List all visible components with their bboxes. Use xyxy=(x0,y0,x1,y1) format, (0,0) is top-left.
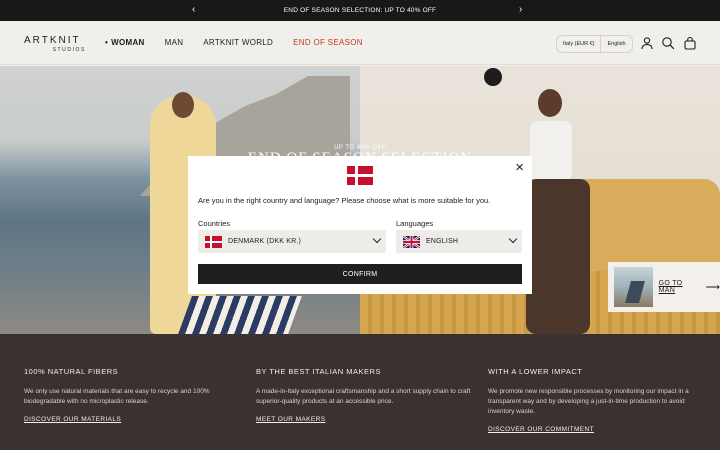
nav-woman[interactable]: WOMAN xyxy=(105,38,145,47)
main-nav: WOMAN MAN ARTKNIT WORLD END OF SEASON xyxy=(105,38,383,47)
denmark-flag-icon xyxy=(205,235,222,248)
go-to-man-card[interactable]: GO TO MAN ⟶ xyxy=(608,262,720,312)
feature-text: We promote new responsible processes by … xyxy=(488,388,689,415)
locale-selector[interactable]: Italy (EUR €) English xyxy=(556,35,633,53)
feature-title: 100% NATURAL FIBERS xyxy=(24,367,119,376)
announcement-text[interactable]: END OF SEASON SELECTION: UP TO 40% OFF xyxy=(284,7,436,14)
country-select[interactable]: DENMARK (DKK KR.) xyxy=(198,230,386,253)
nav-man[interactable]: MAN xyxy=(165,38,184,47)
discover-materials-link[interactable]: DISCOVER OUR MATERIALS xyxy=(24,416,121,423)
logo-sub: STUDIOS xyxy=(52,47,86,53)
lamp-shape xyxy=(484,68,502,86)
model-head xyxy=(172,92,194,118)
languages-label: Languages xyxy=(396,219,434,228)
chevron-left-icon[interactable]: ‹ xyxy=(192,4,196,16)
cart-icon[interactable] xyxy=(683,36,697,50)
uk-flag-icon xyxy=(403,235,420,248)
man-thumbnail xyxy=(614,267,653,307)
feature-text: A made-in-Italy exceptional craftsmanshi… xyxy=(256,388,471,405)
language-value: ENGLISH xyxy=(426,238,459,245)
modal-question: Are you in the right country and languag… xyxy=(198,196,491,205)
language-selector[interactable]: English xyxy=(601,36,631,52)
announcement-bar: ‹ END OF SEASON SELECTION: UP TO 40% OFF… xyxy=(0,0,720,21)
chevron-down-icon xyxy=(372,234,382,244)
language-select[interactable]: ENGLISH xyxy=(396,230,522,253)
account-icon[interactable] xyxy=(640,36,654,50)
go-to-man-link[interactable]: GO TO MAN xyxy=(659,280,700,294)
confirm-button[interactable]: CONFIRM xyxy=(198,264,522,284)
feature-title: BY THE BEST ITALIAN MAKERS xyxy=(256,367,381,376)
logo[interactable]: ARTKNIT STUDIOS xyxy=(24,35,86,54)
nav-end-of-season[interactable]: END OF SEASON xyxy=(293,38,363,47)
feature-italian-makers: BY THE BEST ITALIAN MAKERS A made-in-Ita… xyxy=(256,367,476,426)
feature-natural-fibers: 100% NATURAL FIBERS We only use natural … xyxy=(24,367,244,426)
country-value: DENMARK (DKK KR.) xyxy=(228,238,302,245)
feature-text: We only use natural materials that are e… xyxy=(24,388,210,405)
close-icon[interactable]: ✕ xyxy=(515,163,524,174)
feature-title: WITH A LOWER IMPACT xyxy=(488,367,583,376)
features-section: 100% NATURAL FIBERS We only use natural … xyxy=(0,334,720,450)
region-selector[interactable]: Italy (EUR €) xyxy=(557,36,600,52)
denmark-flag-icon xyxy=(347,166,373,185)
country-language-modal: ✕ Are you in the right country and langu… xyxy=(188,156,532,294)
meet-makers-link[interactable]: MEET OUR MAKERS xyxy=(256,416,325,423)
model-pants xyxy=(526,179,590,334)
deck-chair xyxy=(178,296,302,334)
countries-label: Countries xyxy=(198,219,231,228)
chevron-down-icon xyxy=(508,234,518,244)
nav-artknit-world[interactable]: ARTKNIT WORLD xyxy=(203,38,273,47)
discover-commitment-link[interactable]: DISCOVER OUR COMMITMENT xyxy=(488,426,594,433)
feature-lower-impact: WITH A LOWER IMPACT We promote new respo… xyxy=(488,367,698,436)
model-head xyxy=(538,89,562,117)
arrow-right-icon: ⟶ xyxy=(705,281,720,293)
site-header: ARTKNIT STUDIOS WOMAN MAN ARTKNIT WORLD … xyxy=(0,21,720,65)
chevron-right-icon[interactable]: › xyxy=(519,4,523,16)
logo-main: ARTKNIT xyxy=(24,35,81,46)
search-icon[interactable] xyxy=(661,36,675,50)
